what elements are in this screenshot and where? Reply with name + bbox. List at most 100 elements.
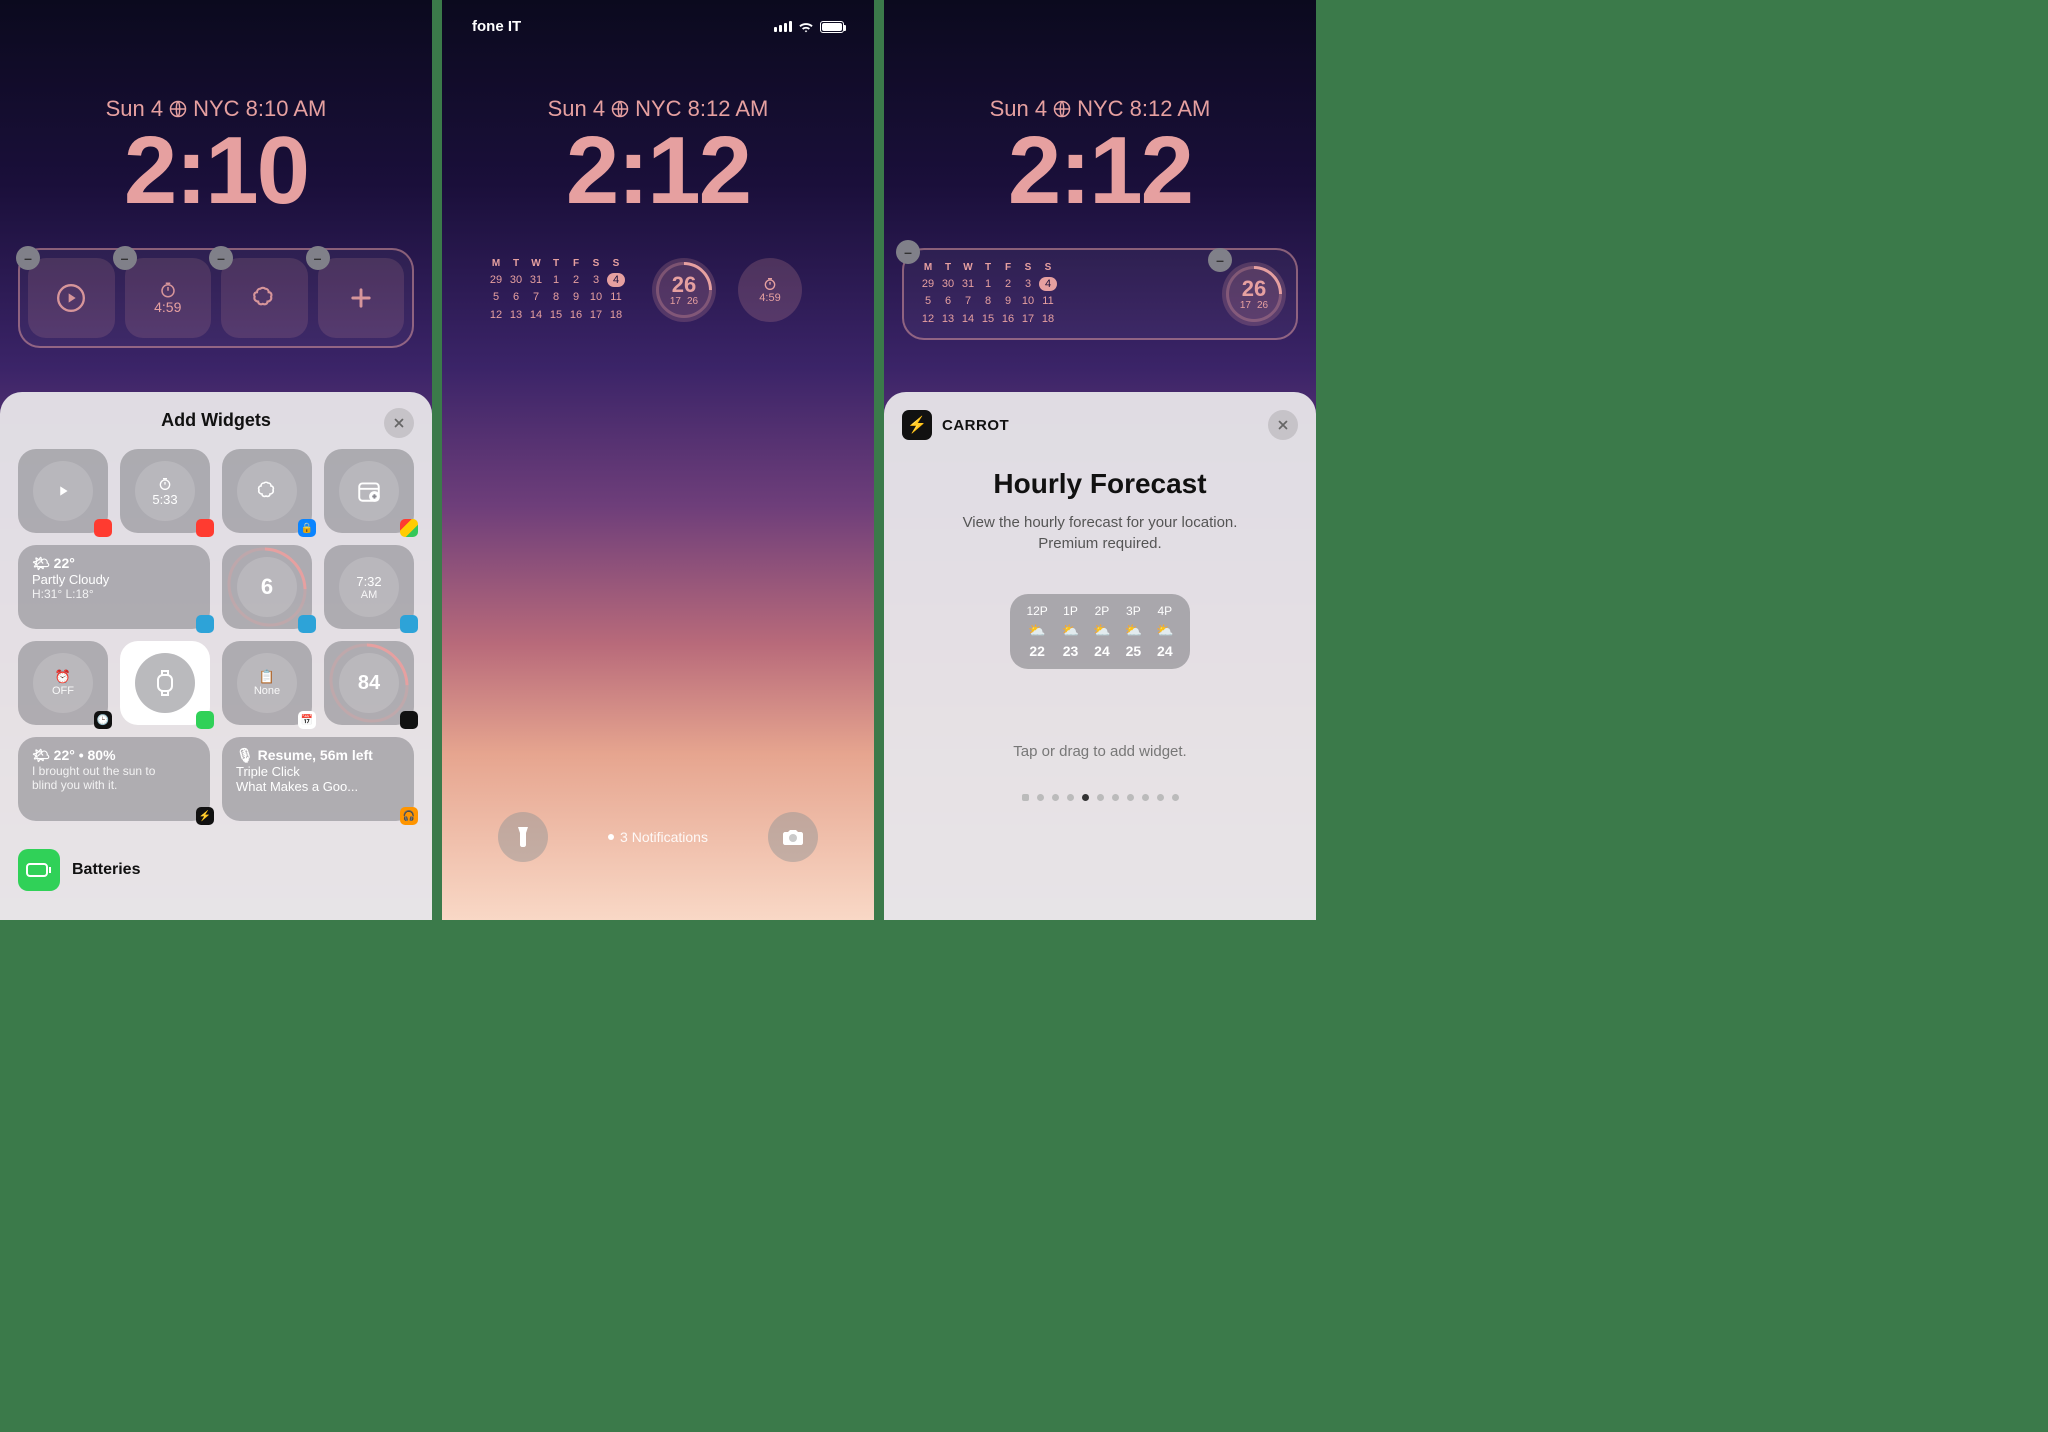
close-button[interactable] xyxy=(1268,410,1298,440)
sheet-title: Add Widgets xyxy=(161,410,271,431)
sheet-app-name: CARROT xyxy=(942,417,1009,434)
lock-widget-row-edit[interactable]: – – 4:59 – – xyxy=(18,248,414,348)
close-button[interactable] xyxy=(384,408,414,438)
calendar-widget[interactable]: MTWTFSS 2930311234 567891011 12131415161… xyxy=(482,254,630,326)
app-badge: 🔒 xyxy=(298,519,316,537)
app-badge xyxy=(196,615,214,633)
remove-badge[interactable]: – xyxy=(896,240,920,264)
lock-bottom-row: 3 Notifications xyxy=(442,812,874,862)
notif-label: 3 Notifications xyxy=(620,829,708,845)
widget-app-list-row[interactable]: Batteries xyxy=(18,849,414,891)
remove-badge[interactable]: – xyxy=(16,246,40,270)
wifi-icon xyxy=(798,21,814,33)
sunrise-ampm: AM xyxy=(361,589,378,601)
app-badge: 📅 xyxy=(298,711,316,729)
timer-widget[interactable]: 4:59 xyxy=(738,258,802,322)
carrot-app-icon: ⚡ xyxy=(902,410,932,440)
suggest-calendar-add[interactable] xyxy=(324,449,414,533)
weather-hl: H:31° L:18° xyxy=(32,587,94,601)
app-badge: 🎧 xyxy=(400,807,418,825)
suggest-podcast-wide[interactable]: 🎙 Resume, 56m left Triple Click What Mak… xyxy=(222,737,414,821)
calendar-table: MTWTFSS 2930311234 567891011 12131415161… xyxy=(918,260,1058,328)
cellular-icon xyxy=(774,21,792,32)
app-badge: 🕒 xyxy=(94,711,112,729)
timer-label: 4:59 xyxy=(759,292,780,304)
widget-add[interactable]: – xyxy=(318,258,405,338)
suggest-battery[interactable]: 84 xyxy=(324,641,414,725)
app-badge xyxy=(298,615,316,633)
suggest-watch[interactable] xyxy=(120,641,210,725)
phone-panel-widget-detail: Sun 4 NYC 8:12 AM 2:12 – MTWTFSS 2930311… xyxy=(884,0,1316,920)
suggest-play[interactable] xyxy=(18,449,108,533)
alarm-state: OFF xyxy=(52,685,74,697)
widget-play[interactable]: – xyxy=(28,258,115,338)
camera-button[interactable] xyxy=(768,812,818,862)
sunrise-time: 7:32 xyxy=(356,574,381,589)
remove-badge[interactable]: – xyxy=(306,246,330,270)
batteries-label: Batteries xyxy=(72,861,140,879)
podcast-line2: Triple Click xyxy=(236,764,300,779)
alarm-icon: ⏰ xyxy=(55,669,71,685)
lock-widget-row: MTWTFSS 2930311234 567891011 12131415161… xyxy=(482,254,834,326)
suggest-reminders[interactable]: 📋 None 📅 xyxy=(222,641,312,725)
phone-panel-lock: fone IT Sun 4 NYC 8:12 AM 2:12 MTWTFSS 2… xyxy=(442,0,874,920)
play-icon xyxy=(57,284,85,312)
app-badge xyxy=(400,711,418,729)
brain-icon xyxy=(250,284,278,312)
tap-hint: Tap or drag to add widget. xyxy=(902,743,1298,760)
widget-detail-sheet: ⚡ CARROT Hourly Forecast View the hourly… xyxy=(884,392,1316,920)
phone-panel-edit: Sun 4 NYC 8:10 AM 2:10 – – 4:59 – – Add … xyxy=(0,0,432,920)
app-badge xyxy=(196,711,214,729)
suggest-mindfulness[interactable]: 🔒 xyxy=(222,449,312,533)
calendar-widget[interactable]: – MTWTFSS 2930311234 567891011 121314151… xyxy=(914,258,1062,330)
flashlight-button[interactable] xyxy=(498,812,548,862)
reminders-icon: 📋 xyxy=(259,669,275,685)
watch-icon xyxy=(153,667,177,699)
app-badge xyxy=(400,615,418,633)
app-badge: ⚡ xyxy=(196,807,214,825)
weather-ring-widget[interactable]: 26 1726 xyxy=(652,258,716,322)
sheet-desc: View the hourly forecast for your locati… xyxy=(932,512,1268,554)
notif-dot-icon xyxy=(608,834,614,840)
suggest-timer[interactable]: 5:33 xyxy=(120,449,210,533)
suggest-uv[interactable]: 6 xyxy=(222,545,312,629)
app-badge xyxy=(400,519,418,537)
timer-icon xyxy=(762,276,778,292)
battery-icon xyxy=(820,21,844,33)
sheet-header: Add Widgets xyxy=(18,410,414,431)
weather-cond: Partly Cloudy xyxy=(32,572,109,587)
suggest-sunrise[interactable]: 7:32 AM xyxy=(324,545,414,629)
remove-badge[interactable]: – xyxy=(1208,248,1232,272)
notifications-indicator[interactable]: 3 Notifications xyxy=(608,829,708,845)
status-right xyxy=(774,18,844,35)
forecast-preview[interactable]: 12P⛅221P⛅232P⛅243P⛅254P⛅24 xyxy=(902,594,1298,669)
lock-clock: 2:12 xyxy=(884,116,1316,226)
close-icon xyxy=(392,416,406,430)
calendar-plus-icon xyxy=(356,478,382,504)
suggest-alarm[interactable]: ⏰ OFF 🕒 xyxy=(18,641,108,725)
carrier-label: fone IT xyxy=(472,18,521,35)
battery-value: 84 xyxy=(358,672,380,695)
play-icon xyxy=(52,480,74,502)
widget-mindfulness[interactable]: – xyxy=(221,258,308,338)
remove-badge[interactable]: – xyxy=(113,246,137,270)
suggest-carrot-wide[interactable]: 🌤 22° • 80% I brought out the sun to bli… xyxy=(18,737,210,821)
widget-timer-label: 4:59 xyxy=(154,299,181,315)
camera-icon xyxy=(782,828,804,846)
sheet-h1: Hourly Forecast xyxy=(902,468,1298,500)
close-icon xyxy=(1276,418,1290,432)
lock-clock: 2:10 xyxy=(0,116,432,226)
lock-widget-row-edit[interactable]: – MTWTFSS 2930311234 567891011 121314151… xyxy=(902,248,1298,340)
batteries-app-icon xyxy=(18,849,60,891)
widget-timer[interactable]: – 4:59 xyxy=(125,258,212,338)
page-indicator[interactable] xyxy=(902,794,1298,801)
weather-ring-widget[interactable]: – 26 1726 xyxy=(1222,262,1286,326)
remove-badge[interactable]: – xyxy=(209,246,233,270)
sheet-app-header: ⚡ CARROT xyxy=(902,410,1298,440)
uv-value: 6 xyxy=(261,574,273,600)
status-bar: fone IT xyxy=(442,18,874,35)
suggest-weather-wide[interactable]: 🌤 22° Partly Cloudy H:31° L:18° xyxy=(18,545,210,629)
weather-temp: 🌤 22° xyxy=(32,555,75,572)
hourly-forecast-widget[interactable]: 12P⛅221P⛅232P⛅243P⛅254P⛅24 xyxy=(1010,594,1189,669)
brain-icon xyxy=(255,479,279,503)
